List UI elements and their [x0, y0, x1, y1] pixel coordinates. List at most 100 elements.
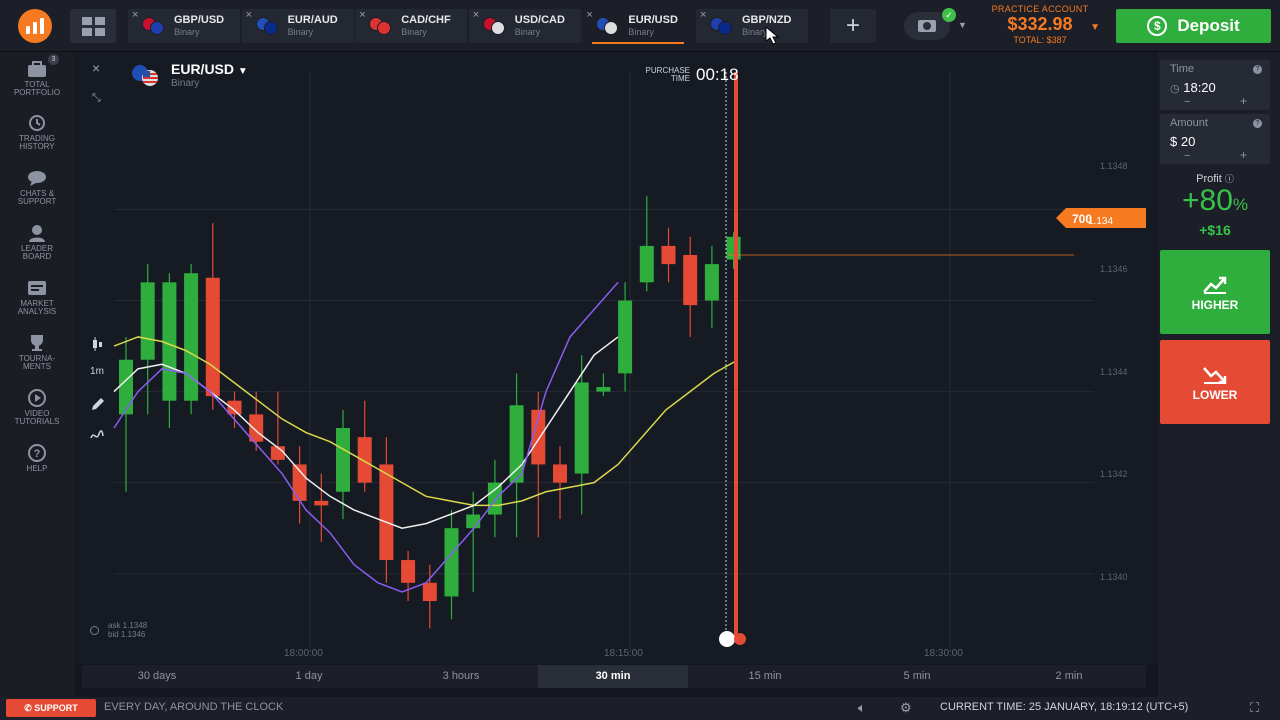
sidebar-item-history[interactable]: TRADING HISTORY [0, 114, 74, 151]
camera-button[interactable]: ✓ [904, 8, 956, 40]
sidebar: 3 TOTAL PORTFOLIO TRADING HISTORY CHATS … [0, 52, 74, 697]
candle-type-icon[interactable] [84, 336, 110, 366]
help-icon: ⓘ [1224, 174, 1234, 184]
sidebar-item-portfolio[interactable]: 3 TOTAL PORTFOLIO [0, 54, 74, 97]
timeframe-option[interactable]: 1 day [234, 665, 384, 688]
timeframe-option[interactable]: 5 min [842, 665, 992, 688]
asset-type: Binary [628, 27, 654, 37]
time-minus-button[interactable]: − [1184, 96, 1190, 108]
close-icon[interactable]: × [246, 9, 252, 21]
currency-flag-icon [255, 17, 278, 35]
asset-tab[interactable]: × EUR/AUD Binary [241, 9, 354, 43]
candle-body [726, 236, 741, 260]
collapse-icon[interactable]: ⤡ [92, 92, 101, 105]
asset-type: Binary [287, 27, 314, 37]
amount-plus-button[interactable]: + [1240, 148, 1247, 162]
timeframe-button[interactable]: 1m [84, 366, 110, 396]
logo-icon[interactable] [18, 9, 52, 43]
grid-menu-icon[interactable] [70, 9, 116, 43]
higher-button[interactable]: HIGHER [1160, 250, 1270, 334]
account-balance[interactable]: PRACTICE ACCOUNT $332.98 ▼ TOTAL: $387 [972, 4, 1108, 45]
deposit-button[interactable]: $ Deposit [1116, 9, 1271, 43]
balance-value: $332.98 [1007, 14, 1073, 34]
sidebar-item-tournaments[interactable]: TOURNA- MENTS [0, 334, 74, 371]
x-tick-label: 18:15:00 [604, 648, 643, 659]
support-button[interactable]: ✆ SUPPORT [6, 699, 96, 717]
sidebar-item-market-analysis[interactable]: MARKET ANALYSIS [0, 279, 74, 316]
amount-value[interactable]: $ 20 [1170, 134, 1195, 149]
lower-button[interactable]: LOWER [1160, 340, 1270, 424]
leaderboard-icon [26, 224, 48, 242]
amount-minus-button[interactable]: − [1184, 150, 1190, 162]
candlestick-chart[interactable] [74, 52, 1158, 664]
volume-icon[interactable]: 🔈︎ [858, 700, 866, 716]
candle-body [140, 282, 155, 360]
candle-body [314, 500, 329, 506]
asset-tab[interactable]: × CAD/CHF Binary [355, 9, 468, 43]
asset-type: Binary [401, 27, 427, 37]
currency-flag-icon [596, 17, 619, 35]
support-tagline: EVERY DAY, AROUND THE CLOCK [104, 701, 284, 713]
candle-body [639, 245, 654, 283]
trophy-icon [26, 334, 48, 352]
close-icon[interactable]: × [586, 9, 592, 21]
svg-text:?: ? [34, 448, 41, 460]
timeframe-option[interactable]: 15 min [690, 665, 840, 688]
close-icon[interactable]: × [473, 9, 479, 21]
chart-area[interactable] [74, 52, 1158, 664]
chevron-down-icon[interactable]: ▼ [958, 20, 967, 30]
asset-tab[interactable]: × EUR/USD Binary [582, 9, 695, 44]
candle-body [357, 437, 372, 483]
asset-tab[interactable]: × GBP/NZD Binary [696, 9, 808, 43]
indicators-icon[interactable] [84, 426, 110, 456]
timeframe-option[interactable]: 2 min [994, 665, 1144, 688]
sidebar-item-leaderboard[interactable]: LEADER BOARD [0, 224, 74, 261]
history-icon [26, 114, 48, 132]
time-label: Time [1170, 63, 1195, 75]
chevron-down-icon: ▼ [237, 66, 248, 77]
gear-icon[interactable]: ⚙ [900, 700, 912, 716]
pencil-icon[interactable] [84, 396, 110, 426]
time-plus-button[interactable]: + [1240, 94, 1247, 108]
asset-tab[interactable]: × USD/CAD Binary [468, 9, 581, 43]
sidebar-item-tutorials[interactable]: VIDEO TUTORIALS [0, 389, 74, 426]
candle-body [704, 264, 719, 301]
candle-body [574, 382, 589, 474]
candle-body [401, 560, 416, 583]
close-icon[interactable]: × [359, 9, 365, 21]
asset-name: GBP/USD [174, 14, 225, 26]
pair-selector[interactable]: EUR/USD ▼ [171, 61, 248, 77]
close-icon[interactable]: × [132, 9, 138, 21]
y-tick-label: 1.1348 [1100, 161, 1128, 171]
sidebar-item-help[interactable]: ? HELP [0, 444, 74, 473]
close-icon[interactable]: × [700, 9, 706, 21]
asset-tab[interactable]: × GBP/USD Binary [128, 9, 240, 43]
help-icon[interactable]: ? [1253, 119, 1262, 128]
candle-body [162, 282, 177, 401]
time-value: ◷ 18:20 [1170, 80, 1216, 95]
sidebar-item-label: HELP [26, 464, 48, 473]
sidebar-item-chats[interactable]: CHATS & SUPPORT [0, 169, 74, 206]
sidebar-item-label: TOTAL PORTFOLIO [13, 80, 61, 97]
market-analysis-icon [26, 279, 48, 297]
pair-name: EUR/USD [171, 61, 235, 77]
time-field[interactable]: Time ? ◷ 18:20 − + [1160, 60, 1270, 110]
close-icon[interactable]: × [92, 60, 100, 76]
profit-amount: +$16 [1199, 222, 1231, 238]
candle-body [553, 464, 567, 483]
expiry-timer-icon [719, 631, 735, 647]
candle-body [487, 482, 502, 515]
help-icon[interactable]: ? [1253, 65, 1262, 74]
fullscreen-icon[interactable]: ⛶ [1250, 700, 1259, 716]
current-price-tag: 1.134 700 [1056, 208, 1146, 228]
timeframe-option[interactable]: 3 hours [386, 665, 536, 688]
timeframe-option[interactable]: 30 days [82, 665, 232, 688]
candle-body [466, 514, 481, 529]
active-indicator [592, 42, 685, 44]
y-tick-label: 1.1340 [1100, 572, 1128, 582]
add-asset-button[interactable]: + [830, 9, 876, 43]
amount-field[interactable]: Amount ? $ 20 − + [1160, 114, 1270, 164]
candle-body [509, 405, 524, 483]
timeframe-option[interactable]: 30 min [538, 665, 688, 688]
sidebar-item-label: MARKET ANALYSIS [17, 299, 57, 316]
